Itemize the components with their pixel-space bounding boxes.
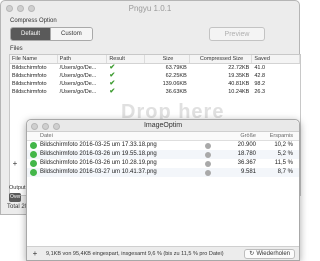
info-column-header [195, 132, 220, 140]
file-name-cell: Bildschirmfoto [12, 73, 47, 79]
column-header-size[interactable]: Größe [220, 132, 260, 140]
file-size: 9.581 [240, 169, 256, 175]
size-cell: 63.79KB [165, 65, 187, 71]
success-status-icon [30, 142, 37, 149]
column-header-saved[interactable]: Saved [252, 55, 300, 63]
mode-custom-button[interactable]: Custom [50, 28, 92, 40]
path-cell: /Users/go/De... [59, 89, 97, 95]
mode-default-button[interactable]: Default [11, 28, 51, 40]
files-label: Files [10, 46, 23, 52]
compress-mode-segmented-control: Default Custom [10, 27, 93, 41]
file-name: Bildschirmfoto 2016-03-26 um 10.28.19.pn… [40, 160, 157, 166]
file-name-cell: Bildschirmfoto [12, 89, 47, 95]
file-savings: 11,5 % [274, 160, 293, 166]
savings-summary: 9,1KB von 95,4KB eingespart, insgesamt 9… [46, 250, 224, 257]
list-item[interactable]: Bildschirmfoto 2016-03-25 um 17.33.18.pn… [27, 141, 299, 150]
file-name-cell: Bildschirmfoto [12, 65, 47, 71]
path-cell: /Users/go/De... [59, 81, 97, 87]
success-status-icon [30, 160, 37, 167]
file-name-cell: Bildschirmfoto [12, 81, 47, 87]
files-table-header: File Name Path Result Size Compressed Si… [10, 55, 300, 64]
list-item[interactable]: Bildschirmfoto 2016-03-26 um 19.55.18.pn… [27, 150, 299, 159]
window-title: ImageOptim [143, 122, 183, 129]
compress-option-label: Compress Option [10, 18, 57, 24]
file-savings: 10,2 % [274, 142, 293, 148]
file-size: 18.780 [237, 151, 256, 157]
refresh-icon: ↻ [249, 250, 255, 257]
status-column-header [27, 132, 40, 140]
file-size: 36.367 [237, 160, 256, 166]
column-header-file[interactable]: Datei [40, 132, 195, 140]
output-mode-select[interactable]: Overw [9, 193, 21, 202]
checkmark-icon: ✔ [109, 88, 116, 95]
column-header-file-name[interactable]: File Name [10, 55, 58, 63]
column-header-savings[interactable]: Ersparnis [260, 132, 297, 140]
table-row[interactable]: Bildschirmfoto /Users/go/De... ✔ 36.63KB… [10, 88, 300, 96]
size-cell: 36.63KB [165, 89, 187, 95]
again-button-label: Wiederholen [256, 250, 290, 257]
info-icon[interactable] [204, 160, 211, 167]
preview-button[interactable]: Preview [209, 27, 265, 41]
info-icon[interactable] [204, 142, 211, 149]
saved-cell: 42.8 [254, 73, 266, 79]
column-header-result[interactable]: Result [107, 55, 146, 63]
column-header-size[interactable]: Size [145, 55, 190, 63]
file-savings: 5,2 % [277, 151, 293, 157]
success-status-icon [30, 169, 37, 176]
size-cell: 139.06KB [162, 81, 187, 87]
pngyu-titlebar: Pngyu 1.0.1 [1, 1, 299, 17]
saved-cell: 41.0 [254, 65, 266, 71]
add-file-button[interactable]: + [9, 160, 21, 169]
imageoptim-window: ImageOptim Datei Größe Ersparnis Bildsch… [26, 119, 300, 261]
compressed-size-cell: 22.72KB [228, 65, 250, 71]
compressed-size-cell: 10.24KB [228, 89, 250, 95]
file-list-header: Datei Größe Ersparnis [27, 132, 299, 141]
path-cell: /Users/go/De... [59, 65, 97, 71]
file-size: 20.900 [237, 142, 256, 148]
table-row[interactable]: Bildschirmfoto /Users/go/De... ✔ 62.25KB… [10, 72, 300, 80]
saved-cell: 26.3 [254, 89, 266, 95]
again-button[interactable]: ↻ Wiederholen [244, 248, 295, 259]
table-row[interactable]: Bildschirmfoto /Users/go/De... ✔ 63.79KB… [10, 64, 300, 72]
imageoptim-footer: + 9,1KB von 95,4KB eingespart, insgesamt… [27, 246, 299, 260]
size-cell: 62.25KB [165, 73, 187, 79]
file-name: Bildschirmfoto 2016-03-25 um 17.33.18.pn… [40, 142, 157, 148]
info-icon[interactable] [204, 169, 211, 176]
output-label: Output [9, 185, 26, 191]
info-icon[interactable] [204, 151, 211, 158]
file-name: Bildschirmfoto 2016-03-27 um 10.41.37.pn… [40, 169, 157, 175]
success-status-icon [30, 151, 37, 158]
compressed-size-cell: 40.81KB [228, 81, 250, 87]
checkmark-icon: ✔ [109, 72, 116, 79]
window-title: Pngyu 1.0.1 [128, 4, 172, 13]
compressed-size-cell: 19.35KB [228, 73, 250, 79]
checkmark-icon: ✔ [109, 80, 116, 87]
list-item[interactable]: Bildschirmfoto 2016-03-26 um 10.28.19.pn… [27, 159, 299, 168]
file-savings: 8,7 % [277, 169, 293, 175]
table-row[interactable]: Bildschirmfoto /Users/go/De... ✔ 139.06K… [10, 80, 300, 88]
file-name: Bildschirmfoto 2016-03-26 um 19.55.18.pn… [40, 151, 157, 157]
saved-cell: 98.2 [254, 81, 266, 87]
column-header-path[interactable]: Path [58, 55, 108, 63]
path-cell: /Users/go/De... [59, 73, 97, 79]
add-file-button[interactable]: + [30, 249, 40, 258]
checkmark-icon: ✔ [109, 64, 116, 71]
imageoptim-titlebar: ImageOptim [27, 120, 299, 132]
list-item[interactable]: Bildschirmfoto 2016-03-27 um 10.41.37.pn… [27, 168, 299, 177]
column-header-compressed-size[interactable]: Compressed Size [190, 55, 253, 63]
